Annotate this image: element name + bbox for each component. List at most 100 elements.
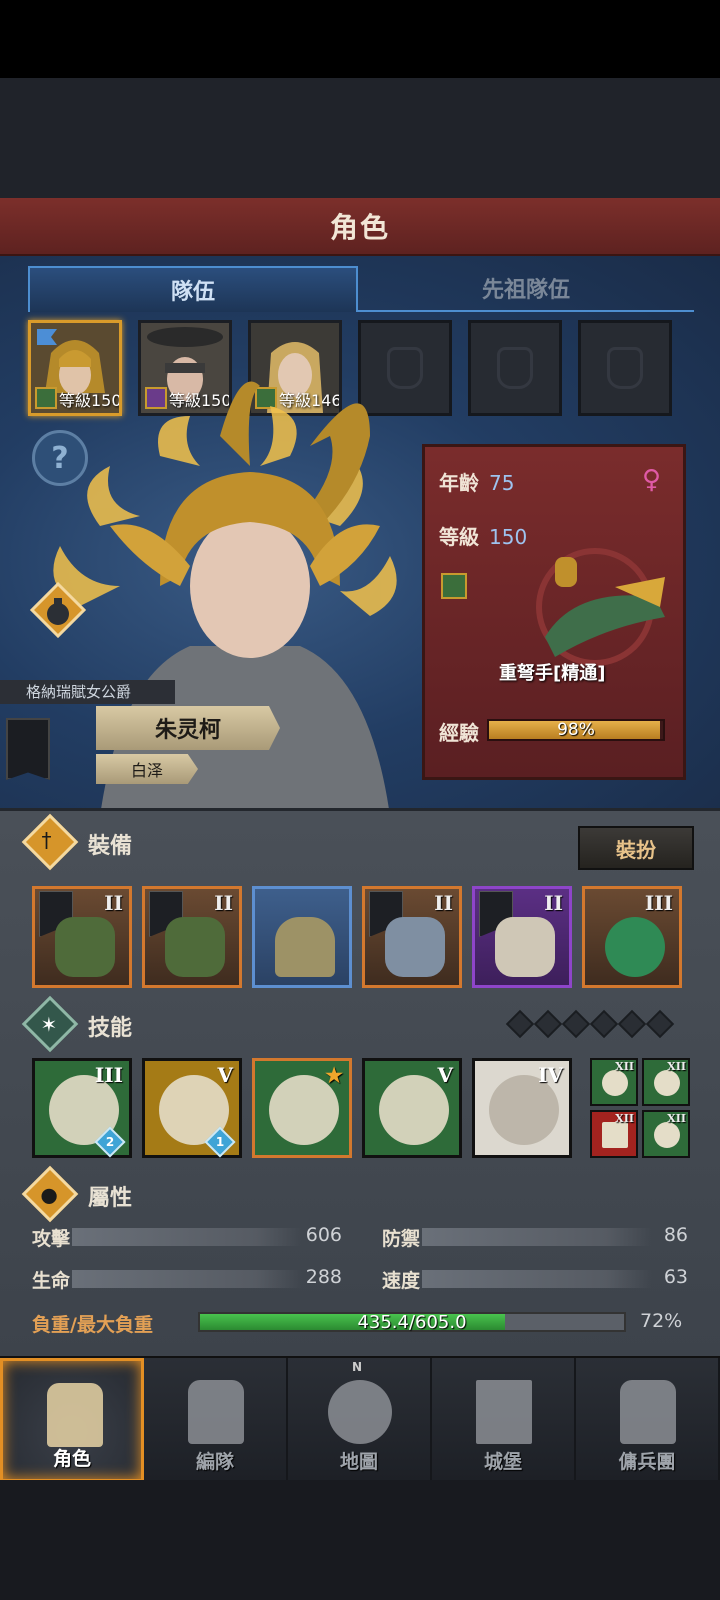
dress-up-button[interactable]: 裝扮 <box>578 826 694 870</box>
nav-label: 地圖 <box>339 1451 378 1473</box>
top-spacer <box>0 78 720 198</box>
skill-3[interactable]: ★ <box>252 1058 352 1158</box>
level-row: 等級 150 <box>439 521 527 550</box>
compass-north-label: N <box>352 1360 363 1374</box>
stat-attack: 攻擊 606 <box>32 1224 342 1250</box>
skill-1[interactable]: III 2 <box>32 1058 132 1158</box>
stat-label: 生命 <box>32 1270 71 1292</box>
age-value: 75 <box>489 471 515 495</box>
skills-title: 技能 <box>88 1016 133 1041</box>
nav-formation[interactable]: 編隊 <box>144 1358 288 1482</box>
skill-2[interactable]: V 1 <box>142 1058 242 1158</box>
attributes-title: 屬性 <box>88 1186 133 1211</box>
equip-slot-boots[interactable]: II <box>472 886 572 988</box>
exp-percent: 98% <box>557 720 595 740</box>
equip-slot-armor[interactable]: II <box>362 886 462 988</box>
system-bar-area <box>0 1480 720 1600</box>
status-area <box>0 0 720 78</box>
nav-mercenary[interactable]: 傭兵團 <box>576 1358 720 1482</box>
passive-rank: XII <box>667 1112 686 1125</box>
castle-icon <box>476 1380 532 1444</box>
empty-helmet-icon <box>497 347 533 389</box>
help-button[interactable]: ? <box>32 430 88 486</box>
slot-diamond-icon <box>645 1009 675 1039</box>
load-percent: 72% <box>640 1310 683 1332</box>
nav-label: 傭兵團 <box>618 1451 676 1473</box>
crossbow-unit-art <box>536 548 665 666</box>
stat-track <box>72 1228 302 1246</box>
age-label: 年齡 <box>439 471 479 495</box>
stat-value: 288 <box>305 1266 342 1288</box>
attributes-header: ● 屬性 <box>21 1165 704 1223</box>
hero-name[interactable]: 朱灵柯 <box>96 706 280 750</box>
female-icon: ♀ <box>641 465 661 495</box>
question-icon: ? <box>51 440 69 476</box>
slot-diamond-icon <box>561 1009 591 1039</box>
age-row: 年齡 75 <box>439 467 514 496</box>
equip-slot-helmet[interactable] <box>252 886 352 988</box>
title-bar: 角色 <box>0 198 720 256</box>
passive-rank: XII <box>615 1112 634 1125</box>
tab-ancestor-team[interactable]: 先祖隊伍 <box>358 266 694 312</box>
skill-rank: III <box>94 1063 123 1087</box>
passive-skill-3[interactable]: XII <box>590 1110 638 1158</box>
burst-icon <box>654 1070 680 1096</box>
skill-5[interactable]: IV <box>472 1058 572 1158</box>
equip-slot-ring[interactable]: III <box>582 886 682 988</box>
stat-label: 攻擊 <box>32 1228 71 1250</box>
page-title: 角色 <box>329 211 390 244</box>
compass-map-icon <box>328 1380 392 1444</box>
tab-team[interactable]: 隊伍 <box>28 266 358 312</box>
skill-4[interactable]: V <box>362 1058 462 1158</box>
load-label: 負重/最大負重 <box>32 1314 153 1336</box>
helmet-icon <box>275 917 335 977</box>
nav-map[interactable]: N 地圖 <box>288 1358 432 1482</box>
passive-rank: XII <box>667 1060 686 1073</box>
nav-character[interactable]: 角色 <box>0 1358 144 1482</box>
hero-subname: 白泽 <box>96 754 198 784</box>
stat-value: 606 <box>305 1224 342 1246</box>
potion-icon[interactable] <box>30 582 86 638</box>
slot-diamond-icon <box>589 1009 619 1039</box>
person-icon: ● <box>21 1165 79 1223</box>
sword-icon <box>602 1122 628 1148</box>
nav-castle[interactable]: 城堡 <box>432 1358 576 1482</box>
dragon-crossbow-icon <box>165 917 225 977</box>
level-value: 150 <box>489 525 528 549</box>
stat-value: 86 <box>663 1224 688 1246</box>
passive-skill-4[interactable]: XII <box>642 1110 690 1158</box>
skill-rank: V <box>437 1063 453 1087</box>
roster-slot-empty[interactable] <box>578 320 672 416</box>
class-badge-icon <box>441 573 467 599</box>
exp-bar: 98% <box>487 719 665 741</box>
boots-icon <box>495 917 555 977</box>
stat-track <box>422 1270 652 1288</box>
dragon-crossbow-icon <box>55 917 115 977</box>
formation-helmet-icon <box>188 1380 244 1444</box>
stat-track <box>72 1270 302 1288</box>
roster-slot-empty[interactable] <box>468 320 562 416</box>
equip-slot-weapon-2[interactable]: II <box>142 886 242 988</box>
mercenary-banner-icon <box>620 1380 676 1444</box>
equip-slot-weapon[interactable]: II <box>32 886 132 988</box>
stat-track <box>422 1228 652 1246</box>
passive-skill-2[interactable]: XII <box>642 1058 690 1106</box>
class-name: 重弩手[精通] <box>499 663 606 684</box>
slot-diamond-icon <box>505 1009 535 1039</box>
equipment-title: 裝備 <box>88 834 133 859</box>
equip-rank: II <box>434 891 453 915</box>
level-label: 等級 <box>439 525 479 549</box>
stat-label: 防禦 <box>382 1228 421 1250</box>
slot-diamond-icon <box>533 1009 563 1039</box>
burst-icon <box>602 1070 628 1096</box>
hero-info-card: 年齡 75 ♀ 等級 150 重弩手[精通] 經驗 98% <box>422 444 686 780</box>
passive-skill-1[interactable]: XII <box>590 1058 638 1106</box>
equip-rank: II <box>104 891 123 915</box>
target-icon <box>654 1122 680 1148</box>
passive-rank: XII <box>615 1060 634 1073</box>
stat-label: 速度 <box>382 1270 421 1292</box>
stat-value: 63 <box>663 1266 688 1288</box>
family-banner-icon[interactable] <box>6 718 50 780</box>
stat-speed: 速度 63 <box>382 1266 688 1292</box>
slot-diamond-icon <box>617 1009 647 1039</box>
